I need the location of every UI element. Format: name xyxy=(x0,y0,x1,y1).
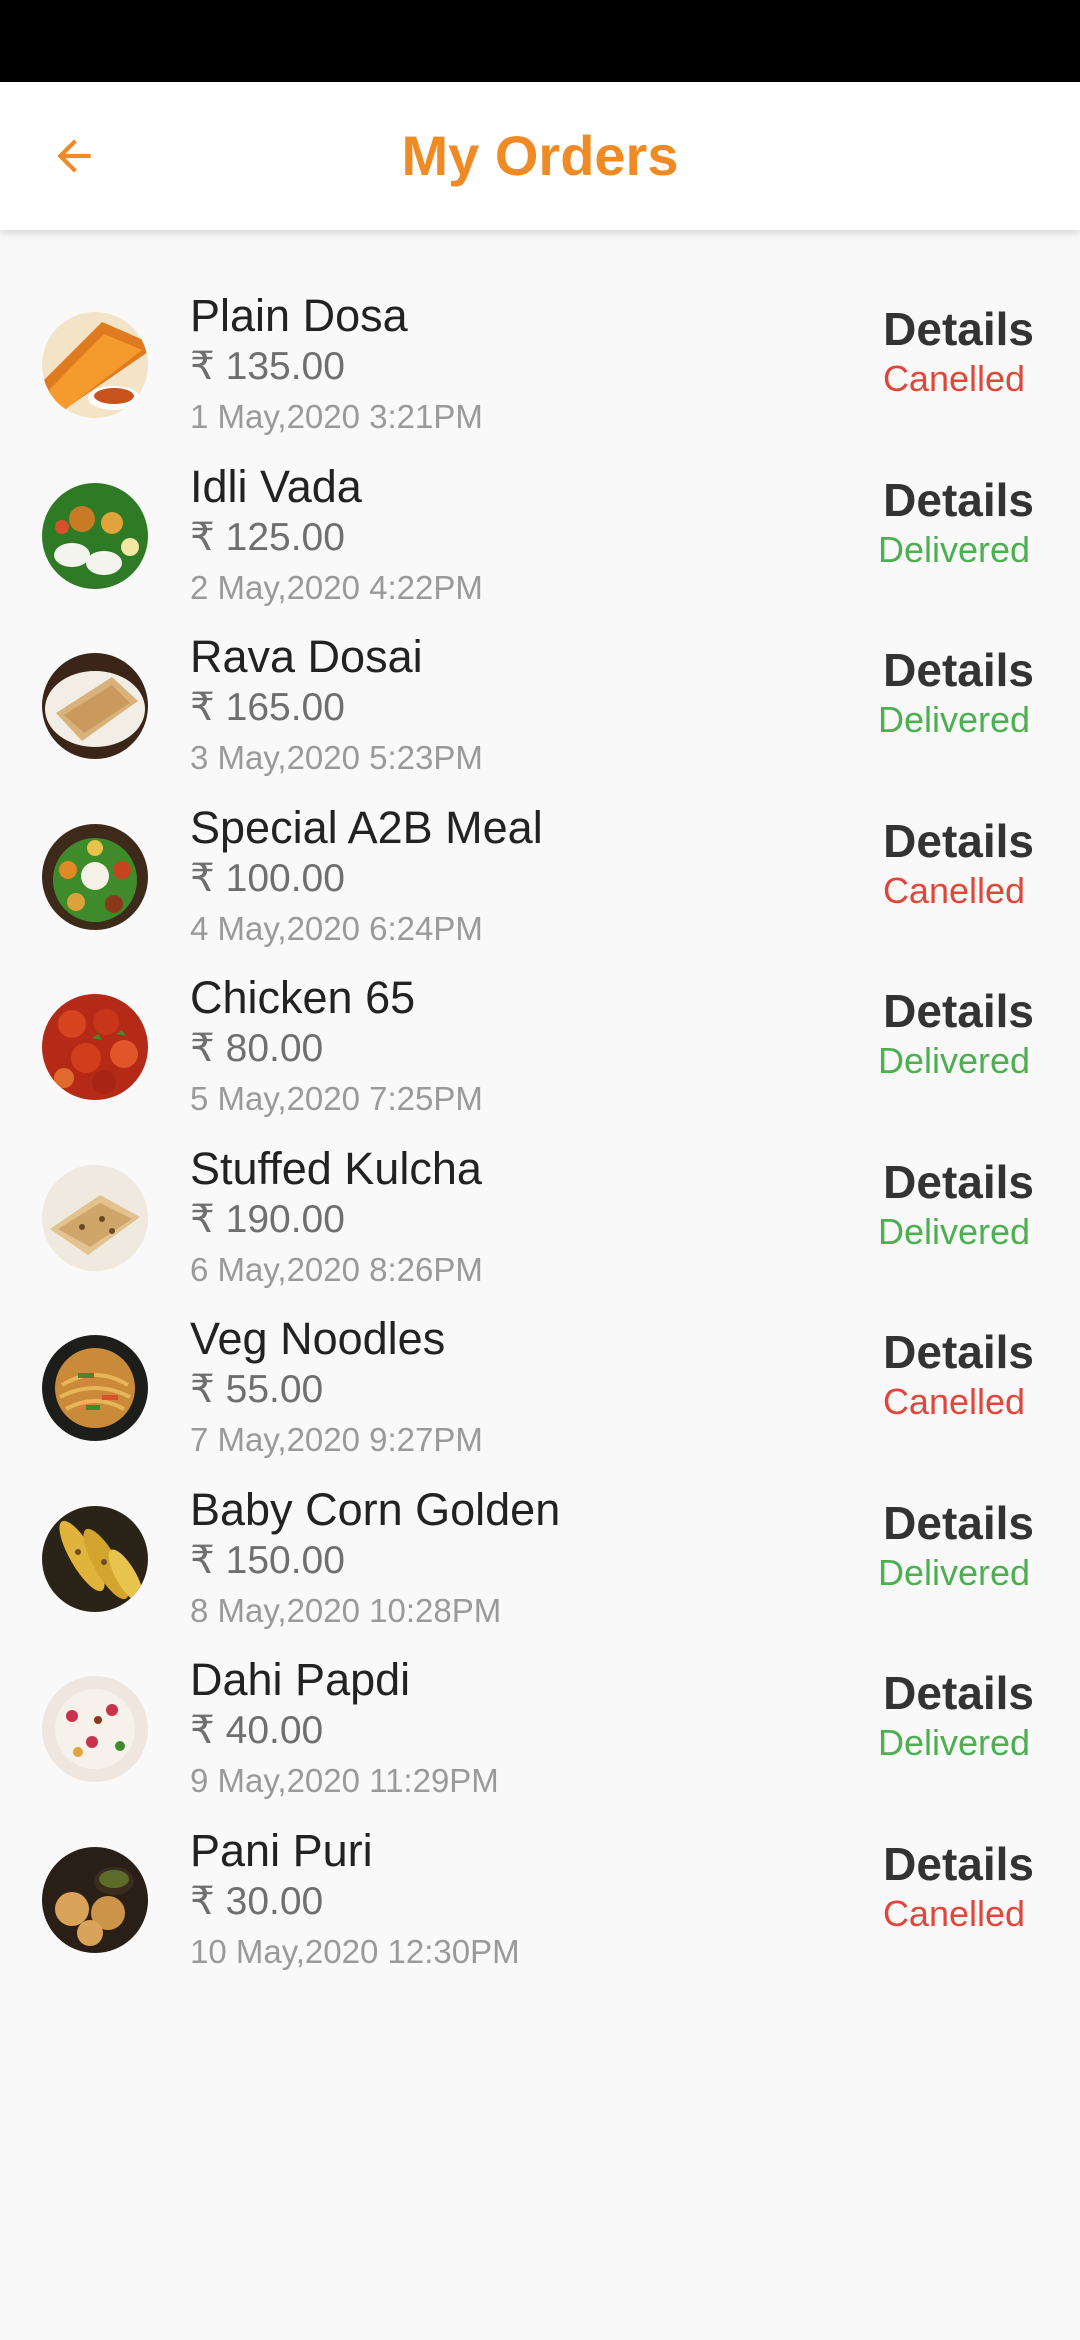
order-name: Special A2B Meal xyxy=(190,801,543,853)
details-button[interactable]: Details xyxy=(883,1837,1034,1891)
order-price: ₹ 165.00 xyxy=(190,686,345,729)
details-button[interactable]: Details xyxy=(883,302,1034,356)
status-badge: Canelled xyxy=(882,1892,1026,1934)
order-price: ₹ 125.00 xyxy=(190,515,345,559)
order-name: Baby Corn Golden xyxy=(190,1483,561,1535)
order-list: Plain Dosa ₹ 135.00 1 May,2020 3:21PM De… xyxy=(0,290,1080,1995)
status-badge: Delivered xyxy=(877,1040,1031,1081)
status-badge: Delivered xyxy=(877,1722,1031,1763)
order-item[interactable]: Dahi Papdi ₹ 40.00 9 May,2020 11:29PM De… xyxy=(0,1654,1080,1825)
details-button[interactable]: Details xyxy=(883,984,1034,1038)
a2b-meal-photo xyxy=(42,823,148,930)
status-badge: Canelled xyxy=(882,358,1026,399)
order-date: 7 May,2020 9:27PM xyxy=(190,1421,483,1458)
status-badge: Canelled xyxy=(882,869,1026,911)
order-item[interactable]: Plain Dosa ₹ 135.00 1 May,2020 3:21PM De… xyxy=(0,290,1080,461)
baby-corn-photo xyxy=(42,1505,148,1612)
stuffed-kulcha-photo xyxy=(42,1164,148,1271)
order-item[interactable]: Rava Dosai ₹ 165.00 3 May,2020 5:23PM De… xyxy=(0,631,1080,802)
order-name: Pani Puri xyxy=(190,1824,373,1876)
status-badge: Canelled xyxy=(882,1381,1026,1422)
order-name: Stuffed Kulcha xyxy=(190,1142,482,1194)
details-button[interactable]: Details xyxy=(883,1496,1034,1550)
order-item[interactable]: Idli Vada ₹ 125.00 2 May,2020 4:22PM Det… xyxy=(0,461,1080,632)
plain-dosa-photo xyxy=(42,312,148,418)
details-button[interactable]: Details xyxy=(883,1325,1034,1379)
order-name: Rava Dosai xyxy=(190,631,423,682)
arrow-left-icon xyxy=(57,139,91,173)
order-price: ₹ 135.00 xyxy=(190,345,345,388)
details-button[interactable]: Details xyxy=(883,643,1034,697)
order-item[interactable]: Chicken 65 ₹ 80.00 5 May,2020 7:25PM Det… xyxy=(0,972,1080,1143)
order-price: ₹ 150.00 xyxy=(190,1538,345,1582)
veg-noodles-photo xyxy=(42,1335,148,1441)
app-bar: My Orders xyxy=(0,82,1080,230)
order-name: Idli Vada xyxy=(190,460,362,512)
order-price: ₹ 55.00 xyxy=(190,1368,324,1411)
order-item[interactable]: Veg Noodles ₹ 55.00 7 May,2020 9:27PM De… xyxy=(0,1313,1080,1484)
order-item[interactable]: Special A2B Meal ₹ 100.00 4 May,2020 6:2… xyxy=(0,802,1080,973)
order-date: 9 May,2020 11:29PM xyxy=(190,1762,499,1799)
order-date: 3 May,2020 5:23PM xyxy=(190,739,483,776)
order-item[interactable]: Pani Puri ₹ 30.00 10 May,2020 12:30PM De… xyxy=(0,1825,1080,1996)
order-price: ₹ 30.00 xyxy=(190,1879,324,1923)
details-button[interactable]: Details xyxy=(883,814,1034,868)
order-date: 10 May,2020 12:30PM xyxy=(190,1932,520,1970)
order-name: Dahi Papdi xyxy=(190,1654,411,1705)
order-item[interactable]: Stuffed Kulcha ₹ 190.00 6 May,2020 8:26P… xyxy=(0,1143,1080,1314)
pani-puri-photo xyxy=(42,1846,148,1953)
order-name: Plain Dosa xyxy=(190,290,408,341)
page-title: My Orders xyxy=(401,124,679,187)
details-button[interactable]: Details xyxy=(883,473,1034,527)
order-item[interactable]: Baby Corn Golden ₹ 150.00 8 May,2020 10:… xyxy=(0,1484,1080,1655)
order-price: ₹ 40.00 xyxy=(190,1709,324,1752)
order-date: 4 May,2020 6:24PM xyxy=(190,909,483,947)
back-button[interactable] xyxy=(36,118,112,194)
order-price: ₹ 190.00 xyxy=(190,1197,345,1241)
order-name: Chicken 65 xyxy=(190,972,416,1023)
order-name: Veg Noodles xyxy=(190,1313,446,1364)
order-date: 5 May,2020 7:25PM xyxy=(190,1080,483,1117)
order-date: 1 May,2020 3:21PM xyxy=(190,398,483,435)
chicken-65-photo xyxy=(42,994,148,1100)
idli-vada-photo xyxy=(42,482,148,589)
order-price: ₹ 100.00 xyxy=(190,856,345,900)
status-bar xyxy=(0,0,1080,82)
order-date: 8 May,2020 10:28PM xyxy=(190,1591,502,1629)
status-badge: Delivered xyxy=(877,1551,1031,1593)
order-date: 6 May,2020 8:26PM xyxy=(190,1250,483,1288)
status-badge: Delivered xyxy=(877,1210,1031,1252)
details-button[interactable]: Details xyxy=(883,1666,1034,1720)
status-badge: Delivered xyxy=(877,699,1031,740)
rava-dosai-photo xyxy=(42,653,148,759)
order-price: ₹ 80.00 xyxy=(190,1027,324,1070)
status-badge: Delivered xyxy=(877,528,1031,570)
dahi-papdi-photo xyxy=(42,1676,148,1782)
order-date: 2 May,2020 4:22PM xyxy=(190,568,483,606)
details-button[interactable]: Details xyxy=(883,1155,1034,1209)
